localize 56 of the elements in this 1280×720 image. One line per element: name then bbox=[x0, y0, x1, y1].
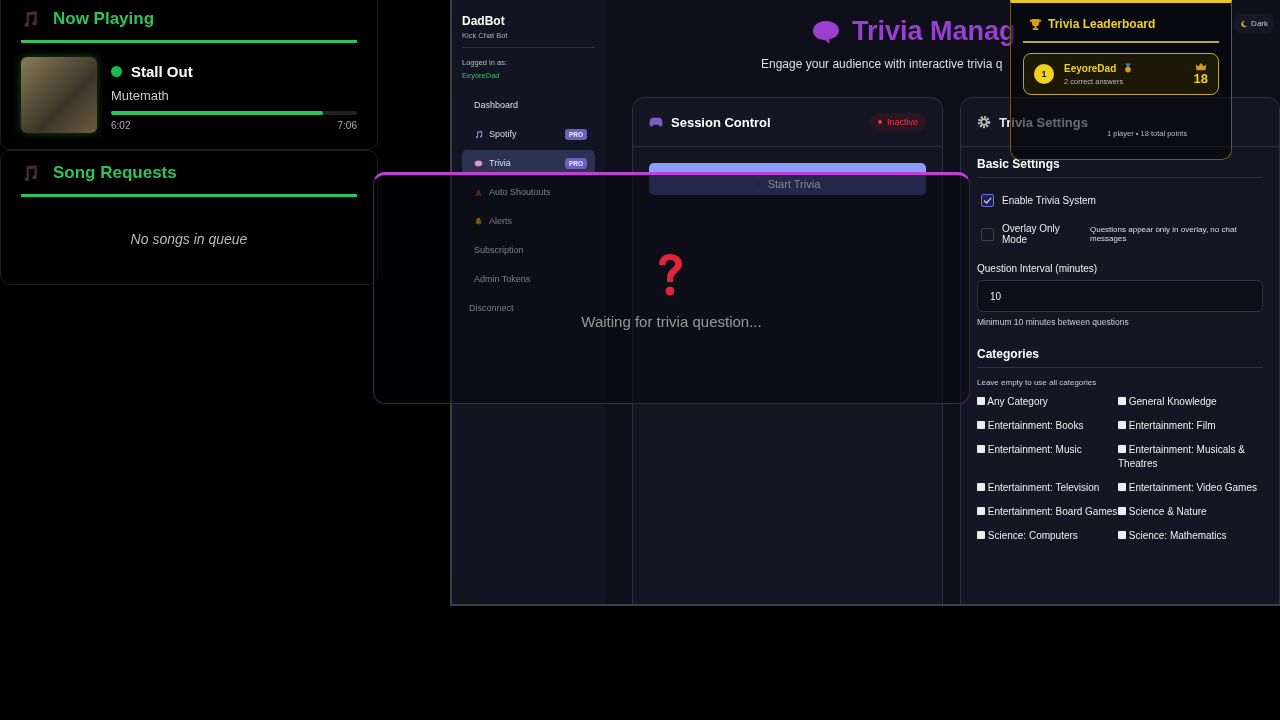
category-option[interactable]: Entertainment: Television bbox=[977, 481, 1118, 495]
leaderboard-title: Trivia Leaderboard bbox=[1048, 17, 1156, 31]
rank-badge: 1 bbox=[1034, 64, 1054, 84]
checkbox-label: Overlay Only Mode bbox=[1002, 223, 1061, 245]
page-title: Trivia Manag bbox=[852, 16, 1016, 47]
checkbox[interactable] bbox=[981, 227, 994, 241]
nav-item[interactable]: Dashboard bbox=[462, 92, 595, 118]
nav-item[interactable]: Subscription bbox=[462, 237, 595, 263]
music-note-icon bbox=[474, 129, 483, 139]
medal-icon bbox=[1124, 63, 1133, 73]
help-text: Minimum 10 minutes between questions bbox=[977, 317, 1130, 327]
nav-item[interactable]: Alerts bbox=[462, 208, 595, 234]
checkbox-label: Enable Trivia System bbox=[1002, 195, 1096, 206]
category-option[interactable]: Entertainment: Video Games bbox=[1118, 481, 1259, 495]
category-option[interactable]: Entertainment: Board Games bbox=[977, 505, 1118, 519]
status-badge: Inactive bbox=[869, 113, 926, 131]
track-title: Stall Out bbox=[131, 63, 193, 80]
crown-icon bbox=[1194, 62, 1207, 71]
section-title: Now Playing bbox=[53, 9, 155, 29]
theme-toggle[interactable]: Dark bbox=[1234, 14, 1274, 33]
duration-time: 7:06 bbox=[337, 120, 357, 131]
category-option[interactable]: Entertainment: Books bbox=[977, 419, 1118, 433]
category-option[interactable]: Science & Nature bbox=[1118, 505, 1259, 519]
category-option[interactable]: Any Category bbox=[977, 395, 1118, 409]
trophy-icon bbox=[1029, 17, 1042, 31]
category-option[interactable]: General Knowledge bbox=[1118, 395, 1259, 409]
checkbox[interactable] bbox=[981, 194, 994, 207]
section-title: Song Requests bbox=[53, 163, 177, 183]
nav-item[interactable]: Auto Shoutouts bbox=[462, 179, 595, 205]
section-heading: Categories bbox=[977, 347, 1263, 368]
artist-name: Mutemath bbox=[111, 88, 170, 103]
bell-icon bbox=[474, 216, 483, 226]
category-option[interactable]: Entertainment: Music bbox=[977, 443, 1118, 471]
gamepad-icon bbox=[649, 116, 663, 128]
elapsed-time: 6:02 bbox=[111, 120, 131, 131]
player-name: EeyoreDad bbox=[1064, 62, 1117, 74]
card-title: Session Control bbox=[671, 114, 771, 130]
start-trivia-button[interactable]: Start Trivia bbox=[649, 163, 926, 195]
help-text: Leave empty to use all categories bbox=[977, 378, 1098, 387]
field-label: Question Interval (minutes) bbox=[977, 263, 1099, 274]
category-option[interactable]: Entertainment: Musicals & Theatres bbox=[1118, 443, 1259, 471]
empty-queue-text: No songs in queue bbox=[129, 231, 249, 247]
category-option[interactable]: Science: Mathematics bbox=[1118, 529, 1259, 543]
waiting-text: Waiting for trivia question... bbox=[581, 313, 762, 330]
brand-name: DadBot bbox=[462, 14, 506, 28]
settings-icon bbox=[977, 115, 991, 129]
player-points: 18 bbox=[1193, 71, 1208, 86]
nav-item[interactable]: Admin Tokens bbox=[462, 266, 595, 292]
category-option[interactable]: Entertainment: Film bbox=[1118, 419, 1259, 433]
page-subtitle: Engage your audience with interactive trivia q bbox=[761, 57, 1003, 71]
section-heading: Basic Settings bbox=[977, 157, 1263, 178]
interval-input[interactable]: 10 bbox=[977, 280, 1263, 312]
speech-bubble-icon bbox=[812, 18, 840, 45]
option-hint: Questions appear only in overlay, no chat messages bbox=[1090, 225, 1238, 243]
category-option[interactable]: Science: Computers bbox=[977, 529, 1118, 543]
moon-icon bbox=[1240, 19, 1249, 28]
